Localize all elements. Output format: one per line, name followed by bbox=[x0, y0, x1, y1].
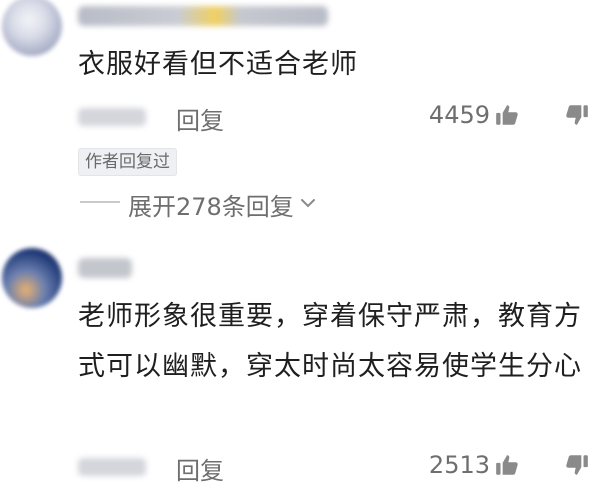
avatar[interactable] bbox=[2, 0, 62, 56]
reply-button[interactable]: 回复 bbox=[176, 451, 224, 486]
expand-replies-label: 展开278条回复 bbox=[128, 193, 294, 221]
divider bbox=[80, 201, 120, 203]
avatar[interactable] bbox=[2, 248, 62, 308]
username-blurred[interactable] bbox=[78, 258, 132, 278]
comment-time-blurred bbox=[78, 108, 146, 126]
thumbs-down-icon[interactable] bbox=[564, 102, 590, 128]
author-replied-badge: 作者回复过 bbox=[78, 148, 177, 176]
reply-button[interactable]: 回复 bbox=[176, 101, 224, 136]
comment-text: 衣服好看但不适合老师 bbox=[78, 49, 358, 80]
chevron-down-icon bbox=[298, 191, 318, 219]
thumbs-up-icon[interactable] bbox=[494, 452, 520, 478]
like-count: 4459 bbox=[428, 101, 490, 129]
like-count: 2513 bbox=[428, 451, 490, 479]
comment-text: 老师形象很重要，穿着保守严肃，教育方式可以幽默，穿太时尚太容易使学生分心 bbox=[78, 301, 582, 382]
comment-time-blurred bbox=[78, 458, 146, 476]
username-blurred[interactable] bbox=[78, 6, 328, 26]
thumbs-up-icon[interactable] bbox=[494, 102, 520, 128]
expand-replies-button[interactable]: 展开278条回复 bbox=[128, 187, 318, 222]
thumbs-down-icon[interactable] bbox=[564, 452, 590, 478]
